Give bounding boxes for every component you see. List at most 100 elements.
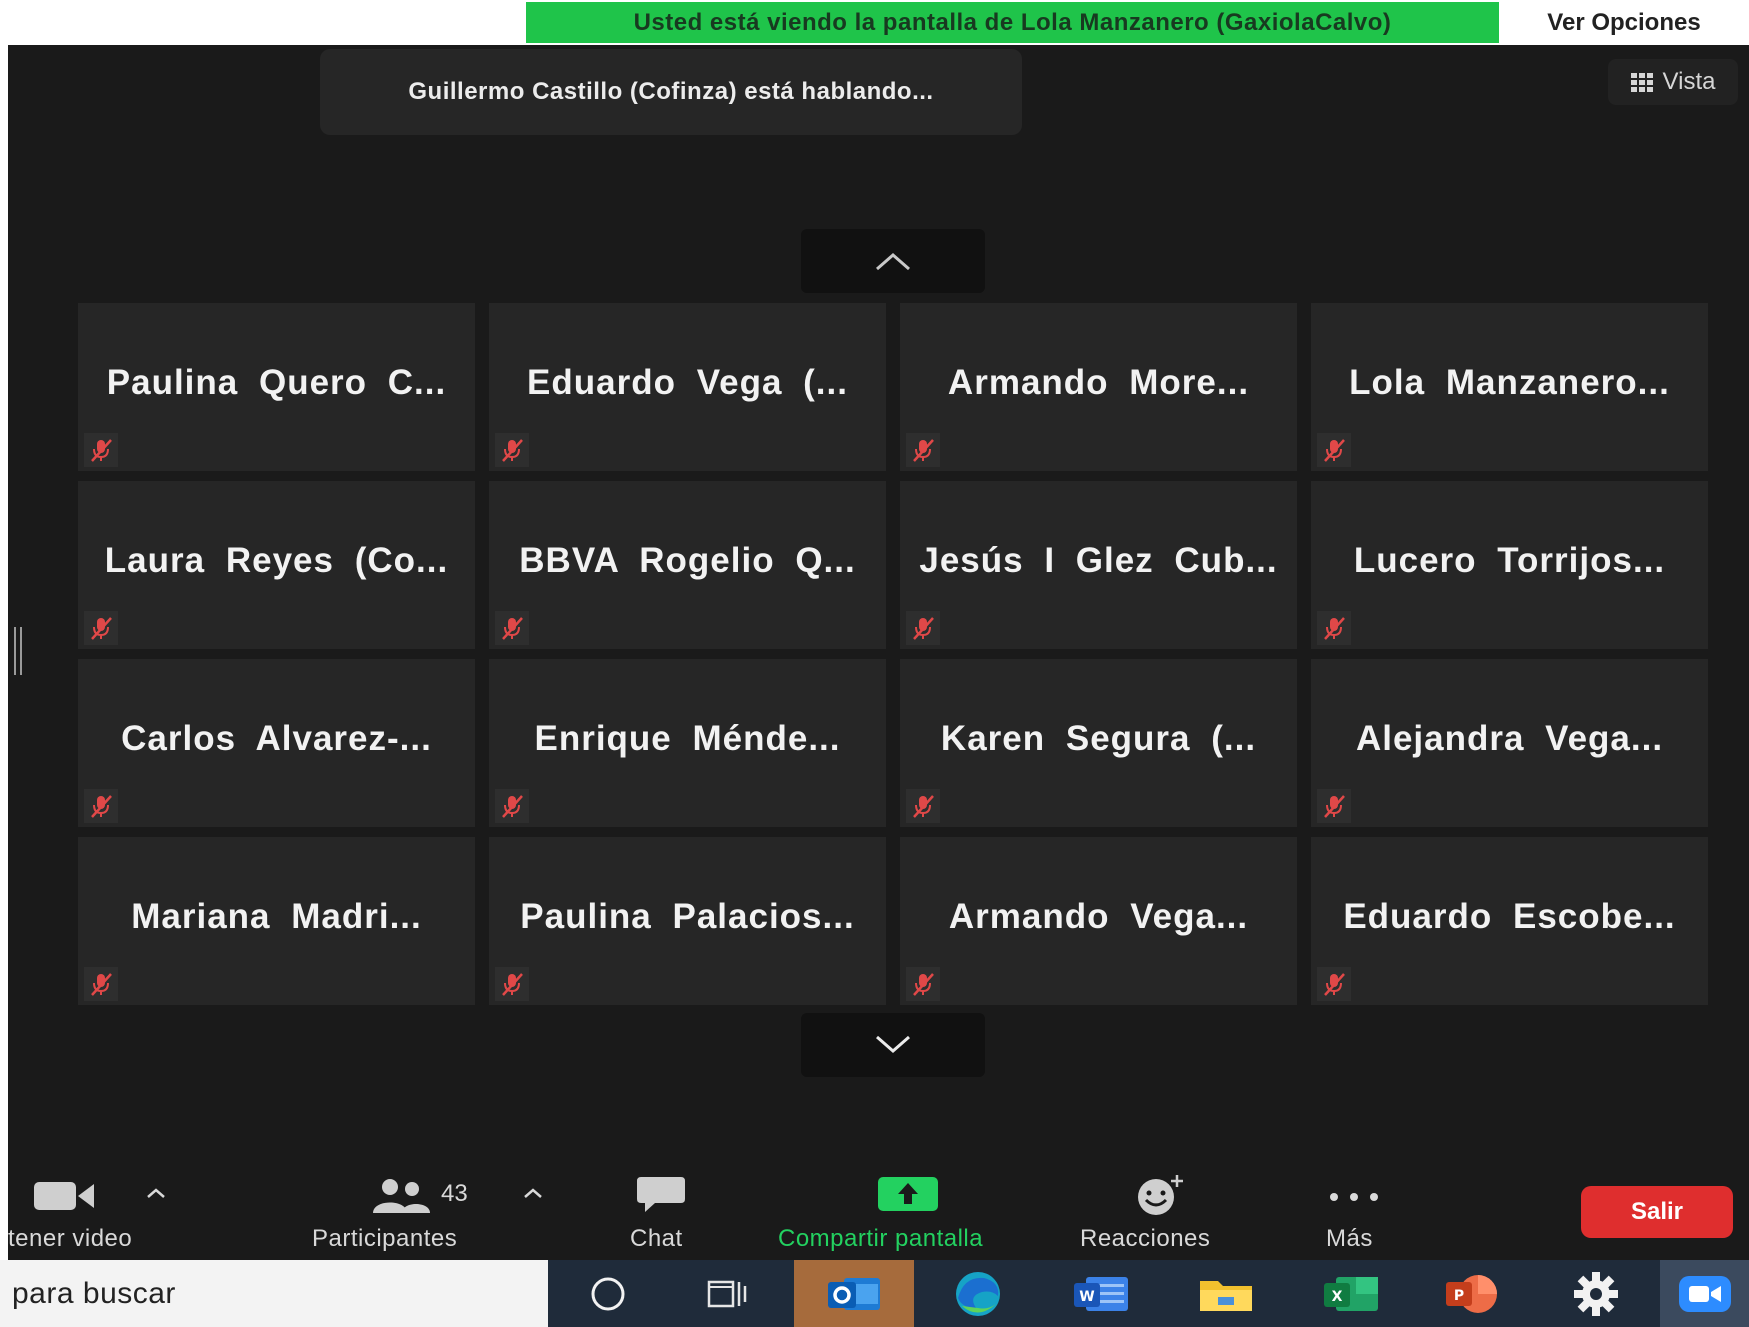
participants-icon [373,1179,430,1213]
view-options-label: Ver Opciones [1547,8,1701,36]
screen-share-text: Usted está viendo la pantalla de Lola Ma… [633,8,1392,36]
view-options-button[interactable]: Ver Opciones [1499,2,1749,43]
chat-label: Chat [630,1225,683,1252]
participant-tile[interactable]: Lucero Torrijos... [1311,481,1708,649]
muted-mic-icon [1317,611,1351,645]
participant-name: Paulina Quero C... [106,363,447,402]
task-view-button[interactable] [677,1260,777,1327]
gear-icon [1574,1271,1618,1316]
edge-taskbar-button[interactable] [928,1260,1028,1327]
participant-name: BBVA Rogelio Q... [519,541,856,580]
zoom-taskbar-button[interactable] [1660,1260,1749,1327]
powerpoint-taskbar-button[interactable]: P [1422,1260,1522,1327]
participants-button[interactable]: 43 Participantes [308,1125,498,1252]
file-explorer-taskbar-button[interactable] [1176,1260,1276,1327]
share-screen-label: Compartir pantalla [778,1225,984,1252]
participant-name: Carlos Alvarez-... [121,719,432,758]
participant-grid: Paulina Quero C... Eduardo Vega (... Arman… [78,303,1715,1051]
participant-tile[interactable]: Armando Vega... [900,837,1297,1005]
participant-tile[interactable]: Carlos Alvarez-... [78,659,475,827]
participant-name: Armando More... [947,363,1250,402]
participant-tile[interactable]: Karen Segura (... [900,659,1297,827]
more-label: Más [1326,1225,1373,1252]
more-button[interactable]: Más [1320,1125,1400,1252]
muted-mic-icon [84,967,118,1001]
cortana-button[interactable] [558,1260,658,1327]
participant-tile[interactable]: Laura Reyes (Co... [78,481,475,649]
participant-tile[interactable]: Eduardo Vega (... [489,303,886,471]
participant-tile[interactable]: Paulina Palacios... [489,837,886,1005]
caret-up-icon [147,1188,165,1198]
participant-tile[interactable]: Armando More... [900,303,1297,471]
participants-options-caret[interactable] [520,1125,550,1235]
participant-name: Mariana Madri... [131,897,422,936]
participant-name: Jesús I Glez Cub... [919,541,1278,580]
chat-bubble-icon [637,1177,685,1212]
previous-page-button[interactable] [801,229,985,293]
muted-mic-icon [1317,967,1351,1001]
task-view-icon [707,1280,747,1307]
muted-mic-icon [1317,433,1351,467]
svg-text:W: W [1079,1289,1094,1305]
participant-name: Armando Vega... [948,897,1249,936]
participant-tile[interactable]: Jesús I Glez Cub... [900,481,1297,649]
meeting-area: Guillermo Castillo (Cofinza) está hablan… [8,45,1749,1260]
screen-share-banner: Usted está viendo la pantalla de Lola Ma… [526,2,1499,43]
view-button-label: Vista [1662,68,1716,95]
taskbar-search-box[interactable]: para buscar [0,1260,548,1327]
reactions-button[interactable]: Reacciones [1080,1125,1240,1252]
participant-tile[interactable]: Alejandra Vega... [1311,659,1708,827]
participant-name: Laura Reyes (Co... [104,541,449,580]
muted-mic-icon [906,789,940,823]
share-screen-icon [878,1177,938,1211]
participant-tile[interactable]: Enrique Ménde... [489,659,886,827]
participant-tile[interactable]: Mariana Madri... [78,837,475,1005]
word-taskbar-button[interactable]: W [1052,1260,1152,1327]
zoom-app-icon [1678,1275,1731,1312]
participant-name: Eduardo Vega (... [527,363,848,402]
muted-mic-icon [906,611,940,645]
settings-taskbar-button[interactable] [1546,1260,1646,1327]
muted-mic-icon [84,611,118,645]
leave-button[interactable]: Salir [1581,1186,1733,1238]
share-screen-button[interactable]: Compartir pantalla [778,1125,1038,1252]
muted-mic-icon [906,433,940,467]
cortana-circle-icon [591,1277,625,1310]
active-speaker-banner: Guillermo Castillo (Cofinza) está hablan… [320,49,1022,135]
video-options-caret[interactable] [140,1125,170,1235]
participant-tile[interactable]: BBVA Rogelio Q... [489,481,886,649]
muted-mic-icon [495,967,529,1001]
chat-button[interactable]: Chat [620,1125,700,1252]
excel-icon: X [1324,1276,1378,1311]
participant-tile[interactable]: Paulina Quero C... [78,303,475,471]
participant-name: Eduardo Escobe... [1343,897,1676,936]
taskbar-search-text: para buscar [12,1276,176,1310]
outlook-taskbar-button[interactable] [794,1260,914,1327]
participant-tile[interactable]: Lola Manzanero... [1311,303,1708,471]
os-taskbar: para buscar W X P [0,1260,1749,1327]
participant-name: Lola Manzanero... [1349,363,1670,402]
video-camera-icon [34,1182,94,1210]
caret-up-icon [524,1188,542,1198]
top-bar: Usted está viendo la pantalla de Lola Ma… [0,0,1749,45]
muted-mic-icon [906,967,940,1001]
folder-icon [1200,1280,1252,1311]
participant-tile[interactable]: Eduardo Escobe... [1311,837,1708,1005]
excel-taskbar-button[interactable]: X [1302,1260,1402,1327]
muted-mic-icon [84,789,118,823]
active-speaker-text: Guillermo Castillo (Cofinza) está hablan… [408,78,934,105]
svg-text:P: P [1454,1288,1464,1304]
participant-name: Karen Segura (... [940,719,1257,758]
grid-view-icon [1630,72,1653,92]
svg-text:X: X [1332,1289,1343,1305]
next-page-button[interactable] [801,1013,985,1077]
side-panel-handle[interactable] [14,627,26,675]
participant-name: Paulina Palacios... [520,897,855,936]
chevron-up-icon [876,253,910,271]
muted-mic-icon [495,789,529,823]
participant-name: Lucero Torrijos... [1353,541,1666,580]
view-button[interactable]: Vista [1608,59,1738,105]
muted-mic-icon [495,433,529,467]
chevron-down-icon [876,1035,910,1053]
muted-mic-icon [1317,789,1351,823]
